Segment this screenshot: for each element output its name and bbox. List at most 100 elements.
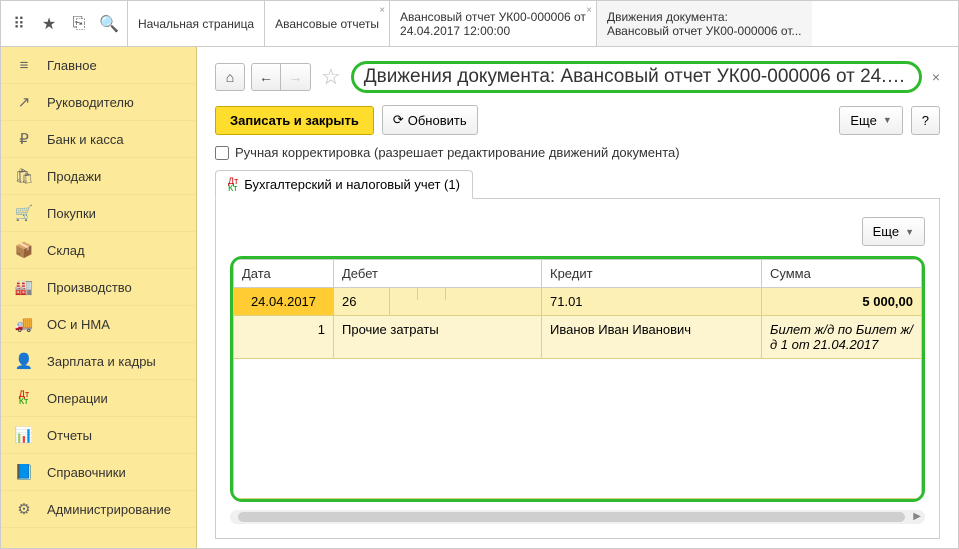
col-sum[interactable]: Сумма: [762, 260, 922, 288]
tab-label: Авансовый отчет УК00-000006 от: [400, 10, 586, 24]
sidebar-item-purchases[interactable]: 🛒 Покупки: [1, 195, 196, 232]
content-area: ⌂ ← → ☆ Движения документа: Авансовый от…: [197, 47, 958, 548]
sidebar-item-operations[interactable]: ДтКтОперации: [1, 380, 196, 417]
tab-advance-report-doc[interactable]: Авансовый отчет УК00-000006 от 24.04.201…: [389, 1, 596, 46]
sidebar-item-label: Справочники: [47, 465, 126, 480]
sidebar-item-label: Зарплата и кадры: [47, 354, 156, 369]
cell-credit-desc: Иванов Иван Иванович: [542, 316, 762, 359]
tab-sublabel: Авансовый отчет УК00-000006 от...: [607, 24, 802, 38]
cell-debit-account: 26: [334, 288, 390, 316]
table-row[interactable]: 24.04.2017 26 71.01 5 000,00: [234, 288, 922, 316]
close-icon[interactable]: ×: [586, 5, 592, 16]
cell-debit-desc: Прочие затраты: [334, 316, 542, 359]
top-quick-icons: ⠿ ★ ⎘ 🔍: [1, 1, 127, 46]
sidebar-item-label: Склад: [47, 243, 85, 258]
barchart-icon: 📊: [15, 426, 33, 444]
tab-advance-reports[interactable]: Авансовые отчеты ×: [264, 1, 389, 46]
tab-document-movements[interactable]: Движения документа: Авансовый отчет УК00…: [596, 1, 812, 46]
manual-edit-checkbox[interactable]: [215, 146, 229, 160]
sidebar-item-production[interactable]: 🏭Производство: [1, 269, 196, 306]
truck-icon: 🚚: [15, 315, 33, 333]
col-credit[interactable]: Кредит: [542, 260, 762, 288]
scrollbar-thumb[interactable]: [238, 512, 905, 522]
tab-home[interactable]: Начальная страница: [127, 1, 264, 46]
apps-grid-icon[interactable]: ⠿: [9, 14, 29, 34]
title-row: ⌂ ← → ☆ Движения документа: Авансовый от…: [215, 61, 940, 93]
empty-grid-area: [234, 359, 922, 499]
menu-icon: ≡: [15, 56, 33, 74]
doc-tab-panel: ДтКт Бухгалтерский и налоговый учет (1): [215, 170, 940, 199]
sidebar-item-label: Продажи: [47, 169, 101, 184]
sidebar-item-manager[interactable]: ↗ Руководителю: [1, 84, 196, 121]
table-row[interactable]: 1 Прочие затраты Иванов Иван Иванович Би…: [234, 316, 922, 359]
cell-sum-desc: Билет ж/д по Билет ж/д 1 от 21.04.2017: [762, 316, 922, 359]
sidebar-item-assets[interactable]: 🚚 ОС и НМА: [1, 306, 196, 343]
history-icon[interactable]: ⎘: [69, 14, 89, 34]
dtkt-icon: ДтКт: [15, 389, 33, 407]
sidebar-item-label: Главное: [47, 58, 97, 73]
refresh-button[interactable]: ⟳Обновить: [382, 105, 478, 135]
person-icon: 👤: [15, 352, 33, 370]
chart-icon: ↗: [15, 93, 33, 111]
home-button[interactable]: ⌂: [215, 63, 245, 91]
sidebar-item-admin[interactable]: ⚙ Администрирование: [1, 491, 196, 528]
sidebar-item-label: Руководителю: [47, 95, 134, 110]
table-toolbar: Еще▼: [230, 217, 925, 246]
favorite-star-icon[interactable]: ☆: [321, 64, 341, 90]
sidebar-item-bank[interactable]: ₽ Банк и касса: [1, 121, 196, 158]
sidebar-item-label: ОС и НМА: [47, 317, 110, 332]
back-button[interactable]: ←: [251, 63, 281, 91]
tab-sublabel: 24.04.2017 12:00:00: [400, 24, 586, 38]
sidebar-item-warehouse[interactable]: 📦 Склад: [1, 232, 196, 269]
movements-grid: Дата Дебет Кредит Сумма 24.04.2017 26 71…: [230, 256, 925, 502]
tab-label: Движения документа:: [607, 10, 802, 24]
book-icon: 📘: [15, 463, 33, 481]
table-zone: Еще▼ Дата Дебет Кредит Сумма 24.04: [215, 199, 940, 539]
horizontal-scrollbar[interactable]: ▶: [230, 510, 925, 524]
close-icon[interactable]: ×: [379, 5, 385, 16]
sidebar-item-main[interactable]: ≡ Главное: [1, 47, 196, 84]
refresh-icon: ⟳: [393, 112, 404, 128]
more-button[interactable]: Еще▼: [839, 106, 902, 135]
search-icon[interactable]: 🔍: [99, 14, 119, 34]
tab-label: Авансовые отчеты: [275, 17, 379, 31]
top-tabs-bar: ⠿ ★ ⎘ 🔍 Начальная страница Авансовые отч…: [1, 1, 958, 47]
forward-button[interactable]: →: [281, 63, 311, 91]
main-toolbar: Записать и закрыть ⟳Обновить Еще▼ ?: [215, 105, 940, 135]
cell-date: 24.04.2017: [234, 288, 334, 316]
cell-sum: 5 000,00: [762, 288, 922, 316]
factory-icon: 🏭: [15, 278, 33, 296]
box-icon: 📦: [15, 241, 33, 259]
page-title: Движения документа: Авансовый отчет УК00…: [351, 61, 922, 93]
help-button[interactable]: ?: [911, 106, 940, 135]
chevron-down-icon: ▼: [905, 227, 914, 237]
ruble-icon: ₽: [15, 130, 33, 148]
manual-edit-label: Ручная корректировка (разрешает редактир…: [235, 145, 680, 160]
sidebar-nav: ≡ Главное ↗ Руководителю ₽ Банк и касса 🛍 Пр…: [1, 47, 197, 548]
sidebar-item-label: Покупки: [47, 206, 96, 221]
sidebar-item-catalogs[interactable]: 📘 Справочники: [1, 454, 196, 491]
sidebar-item-sales[interactable]: 🛍 Продажи: [1, 158, 196, 195]
chevron-down-icon: ▼: [883, 115, 892, 125]
save-close-button[interactable]: Записать и закрыть: [215, 106, 374, 135]
favorites-star-icon[interactable]: ★: [39, 14, 59, 34]
col-date[interactable]: Дата: [234, 260, 334, 288]
scroll-right-icon[interactable]: ▶: [913, 511, 921, 522]
close-page-icon[interactable]: ×: [932, 69, 940, 85]
sidebar-item-payroll[interactable]: 👤 Зарплата и кадры: [1, 343, 196, 380]
col-debit[interactable]: Дебет: [334, 260, 542, 288]
cell-row-num: 1: [234, 316, 334, 359]
sidebar-item-reports[interactable]: 📊Отчеты: [1, 417, 196, 454]
nav-buttons: ← →: [251, 63, 311, 91]
bag-icon: 🛍: [15, 167, 33, 185]
accounting-tab[interactable]: ДтКт Бухгалтерский и налоговый учет (1): [215, 170, 473, 199]
cart-icon: 🛒: [15, 204, 33, 222]
tab-label: Начальная страница: [138, 17, 254, 31]
sidebar-item-label: Администрирование: [47, 502, 171, 517]
cell-debit-sub: [390, 288, 542, 316]
dtkt-icon: ДтКт: [228, 178, 238, 192]
sidebar-item-label: Банк и касса: [47, 132, 124, 147]
table-more-button[interactable]: Еще▼: [862, 217, 925, 246]
gear-icon: ⚙: [15, 500, 33, 518]
doc-tab-label: Бухгалтерский и налоговый учет (1): [244, 177, 460, 192]
